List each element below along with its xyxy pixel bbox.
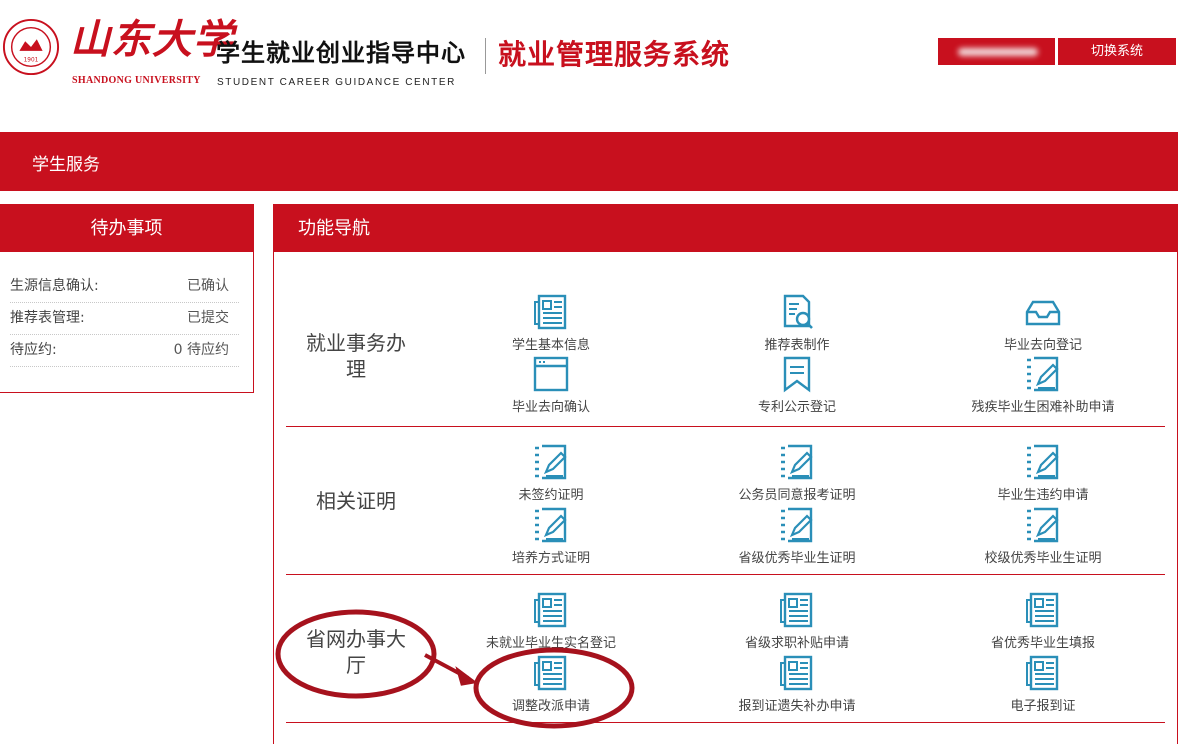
nav-item[interactable]: 残疾毕业生困难补助申请 (943, 354, 1143, 415)
nav-item-label: 未就业毕业生实名登记 (485, 636, 616, 651)
nav-item-label: 毕业去向登记 (1003, 338, 1082, 353)
nav-section-title: 就业事务办理 (286, 330, 426, 382)
window-icon (451, 354, 651, 394)
nav-item-label: 毕业生违约申请 (997, 488, 1089, 503)
nav-item-label: 推荐表制作 (764, 338, 830, 353)
todo-panel: 待办事项 生源信息确认: 已确认 推荐表管理: 已提交 待应约: 0 待应约 (0, 204, 254, 393)
news-icon (451, 590, 651, 630)
nav-item[interactable]: 省优秀毕业生填报 (943, 590, 1143, 651)
todo-row[interactable]: 生源信息确认: 已确认 (10, 270, 239, 303)
nav-item[interactable]: 毕业生违约申请 (943, 442, 1143, 503)
todo-row[interactable]: 推荐表管理: 已提交 (10, 302, 239, 335)
function-nav-panel: 功能导航 就业事务办理 学生基本信息 推荐表制作 毕业去向登记毕业去向确认 专利公示登记… (273, 204, 1178, 744)
nav-item-label: 省级求职补贴申请 (744, 636, 849, 651)
nav-item-label: 报到证遗失补办申请 (738, 699, 856, 714)
news-icon (943, 653, 1143, 693)
nav-item-label: 残疾毕业生困难补助申请 (971, 400, 1115, 415)
nav-item[interactable]: 电子报到证 (943, 653, 1143, 714)
university-name-cn: 山东大学 (70, 16, 234, 63)
nav-item-label: 省优秀毕业生填报 (990, 636, 1095, 651)
nav-section: 就业事务办理 学生基本信息 推荐表制作 毕业去向登记毕业去向确认 专利公示登记 残疾毕业生… (286, 252, 1165, 427)
nav-item-label: 校级优秀毕业生证明 (984, 551, 1102, 566)
system-title: 就业管理服务系统 (498, 38, 731, 71)
news-icon (451, 653, 651, 693)
nav-item[interactable]: 公务员同意报考证明 (697, 442, 897, 503)
edit-icon (451, 442, 651, 482)
seal-year: 1901 (24, 58, 39, 64)
function-nav-title: 功能导航 (274, 205, 1177, 252)
nav-section-title: 相关证明 (286, 488, 426, 514)
section-title-line: 省网办事大 (306, 627, 406, 651)
edit-icon (697, 442, 897, 482)
edit-icon (451, 505, 651, 545)
site-header: 1901 山东大学 SHANDONG UNIVERSITY 学生就业创业指导中心… (0, 0, 1192, 110)
document-search-icon (697, 292, 897, 332)
center-name-en: STUDENT CAREER GUIDANCE CENTER (217, 77, 456, 88)
nav-item-label: 专利公示登记 (757, 400, 836, 415)
news-icon (697, 653, 897, 693)
nav-item-label: 公务员同意报考证明 (738, 488, 856, 503)
nav-item-label: 省级优秀毕业生证明 (738, 551, 856, 566)
nav-item[interactable]: 报到证遗失补办申请 (697, 653, 897, 714)
nav-item[interactable]: 培养方式证明 (451, 505, 651, 566)
todo-value: 已确认 (187, 278, 229, 294)
todo-value: 0 待应约 (173, 342, 229, 358)
todo-row[interactable]: 待应约: 0 待应约 (10, 334, 239, 367)
switch-system-button[interactable]: 切换系统 (1058, 38, 1176, 65)
header-divider (485, 38, 486, 74)
nav-item[interactable]: 毕业去向确认 (451, 354, 651, 415)
edit-icon (697, 505, 897, 545)
nav-item[interactable]: 校级优秀毕业生证明 (943, 505, 1143, 566)
nav-section-title: 省网办事大厅 (286, 626, 426, 678)
news-icon (451, 292, 651, 332)
edit-icon (943, 505, 1143, 545)
redacted-username (958, 48, 1038, 56)
university-seal-logo: 1901 (2, 18, 60, 76)
nav-item[interactable]: 未签约证明 (451, 442, 651, 503)
todo-label: 待应约: (10, 342, 57, 358)
section-title-line: 理 (346, 357, 366, 381)
news-icon (943, 590, 1143, 630)
edit-icon (943, 354, 1143, 394)
nav-item[interactable]: 省级优秀毕业生证明 (697, 505, 897, 566)
todo-label: 生源信息确认: (10, 278, 99, 294)
todo-value: 已提交 (187, 310, 229, 326)
menu-student-services[interactable]: 学生服务 (32, 150, 100, 175)
center-name-cn: 学生就业创业指导中心 (216, 39, 466, 67)
inbox-icon (943, 292, 1143, 332)
nav-item[interactable]: 未就业毕业生实名登记 (451, 590, 651, 651)
nav-item-label: 调整改派申请 (511, 699, 590, 714)
nav-item-label: 毕业去向确认 (511, 400, 590, 415)
edit-icon (943, 442, 1143, 482)
nav-item[interactable]: 省级求职补贴申请 (697, 590, 897, 651)
nav-item[interactable]: 调整改派申请 (451, 653, 651, 714)
nav-item-label: 未签约证明 (518, 488, 584, 503)
news-icon (697, 590, 897, 630)
user-name-box[interactable] (938, 38, 1055, 65)
nav-section: 省网办事大厅 未就业毕业生实名登记 省级求职补贴申请 省优秀毕业生填报调整改派申请 报到… (286, 574, 1165, 723)
section-title-line: 就业事务办 (306, 331, 406, 355)
main-menu-bar: 学生服务 (0, 132, 1178, 191)
nav-item[interactable]: 推荐表制作 (697, 292, 897, 353)
nav-section: 相关证明 未签约证明 公务员同意报考证明 毕业生违约申请培养方式证明 省级优秀毕业生证明… (286, 426, 1165, 575)
nav-item-label: 培养方式证明 (511, 551, 590, 566)
bookmark-icon (697, 354, 897, 394)
nav-item[interactable]: 毕业去向登记 (943, 292, 1143, 353)
nav-item[interactable]: 学生基本信息 (451, 292, 651, 353)
nav-item-label: 电子报到证 (1010, 699, 1076, 714)
nav-item[interactable]: 专利公示登记 (697, 354, 897, 415)
todo-title: 待办事项 (0, 205, 253, 252)
section-title-line: 厅 (346, 653, 366, 677)
todo-label: 推荐表管理: (10, 310, 85, 326)
university-name-en: SHANDONG UNIVERSITY (72, 75, 201, 86)
nav-item-label: 学生基本信息 (511, 338, 590, 353)
section-title-line: 相关证明 (316, 489, 396, 513)
